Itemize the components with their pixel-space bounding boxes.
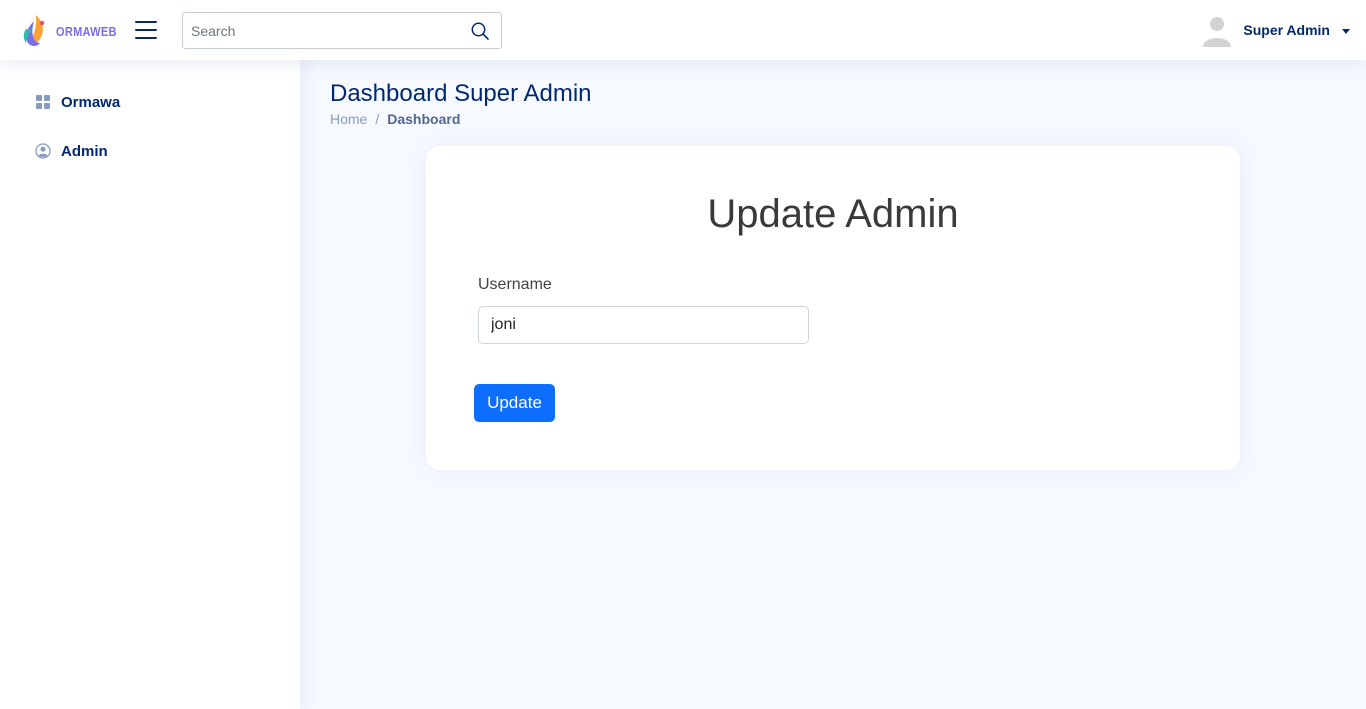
search-bar — [182, 12, 502, 49]
sidebar: Ormawa Admin — [0, 60, 300, 709]
hamburger-bar — [135, 37, 157, 40]
update-admin-card: Update Admin Username Update — [426, 146, 1240, 470]
username-input[interactable] — [478, 306, 809, 344]
form-title: Update Admin — [707, 192, 959, 236]
logo-text: ORMAWEB — [56, 23, 117, 39]
grid-icon — [36, 95, 50, 109]
search-icon — [471, 22, 489, 40]
username-label: Username — [478, 276, 552, 293]
avatar — [1203, 17, 1232, 47]
profile-name: Super Admin — [1243, 22, 1330, 38]
logo-icon — [23, 15, 45, 46]
main-content: Dashboard Super Admin Home / Dashboard U… — [300, 60, 1366, 709]
top-header: ORMAWEB Super Admin — [0, 0, 1366, 60]
sidebar-item-label: Admin — [61, 142, 108, 160]
profile-dropdown[interactable]: Super Admin — [1200, 12, 1350, 48]
breadcrumb-current: Dashboard — [387, 111, 461, 127]
breadcrumb-home-link[interactable]: Home — [330, 111, 367, 127]
sidebar-item-label: Ormawa — [61, 93, 121, 111]
logo[interactable]: ORMAWEB — [22, 13, 127, 49]
hamburger-bar — [135, 21, 157, 24]
breadcrumb: Home / Dashboard — [330, 111, 460, 127]
update-button[interactable]: Update — [474, 384, 555, 422]
caret-down-icon — [1342, 28, 1350, 34]
page-title: Dashboard Super Admin — [330, 80, 592, 107]
person-circle-icon — [35, 143, 51, 159]
search-input[interactable] — [183, 13, 463, 48]
hamburger-bar — [135, 29, 157, 32]
search-button[interactable] — [470, 21, 490, 41]
sidebar-item-admin[interactable]: Admin — [20, 131, 280, 171]
breadcrumb-separator: / — [375, 111, 380, 127]
sidebar-item-ormawa[interactable]: Ormawa — [20, 82, 280, 122]
toggle-sidebar-button[interactable] — [134, 18, 158, 42]
